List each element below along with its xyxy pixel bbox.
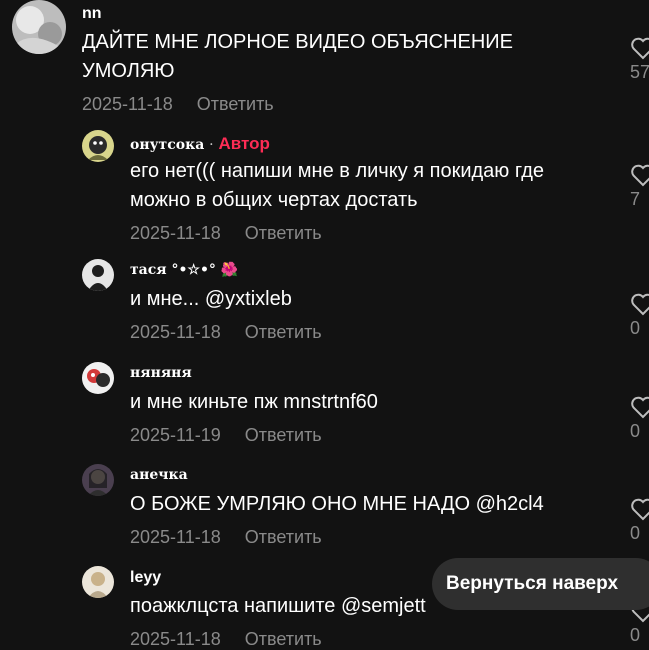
comment-text: и мне киньте пж mnstrtnf60 [130,391,378,413]
comment-meta: 2025-11-18 Ответить [130,322,322,343]
heart-outline-icon [631,498,649,521]
comment-username[interactable]: няняня [130,365,192,381]
heart-outline-icon [631,396,649,419]
comment-date: 2025-11-18 [130,527,221,547]
comment-item: онутсока · Автор его нет((( напиши мне в… [0,126,649,250]
comment-text: О БОЖЕ УМРЛЯЮ ОНО МНЕ НАДО @h2cl4 [130,493,544,515]
comment-item: nn ДАЙТЕ МНЕ ЛОРНОЕ ВИДЕО ОБЪЯСНЕНИЕ УМО… [0,0,649,120]
reply-button[interactable]: Ответить [197,94,274,114]
comment-date: 2025-11-18 [130,629,221,649]
comment-username[interactable]: leyy [130,569,161,587]
comment-text: и мне... @yxtixleb [130,288,292,310]
reply-button[interactable]: Ответить [245,425,322,445]
like-count: 57 [630,62,649,82]
heart-outline-icon [631,37,649,60]
like-button[interactable]: 0 [630,395,649,442]
like-count: 0 [630,523,641,543]
avatar[interactable] [12,0,66,54]
avatar[interactable] [82,130,114,162]
comment-date: 2025-11-18 [130,223,221,243]
avatar[interactable] [82,464,114,496]
comment-meta: 2025-11-18 Ответить [82,94,274,115]
like-button[interactable]: 0 [630,497,649,544]
like-count: 7 [630,189,641,209]
author-badge: Автор [218,134,270,153]
comment-username-text[interactable]: онутсока [130,137,204,153]
comment-meta: 2025-11-18 Ответить [130,629,322,650]
like-count: 0 [630,625,641,645]
heart-outline-icon [631,293,649,316]
comment-meta: 2025-11-18 Ответить [130,223,322,244]
username-separator: · [209,137,214,153]
comment-item: няняня и мне киньте пж mnstrtnf60 2025-1… [0,359,649,457]
like-button[interactable]: 0 [630,292,649,339]
reply-button[interactable]: Ответить [245,223,322,243]
avatar[interactable] [82,362,114,394]
heart-outline-icon [631,164,649,187]
avatar[interactable] [82,259,114,291]
comment-username[interactable]: анечка [130,467,188,483]
reply-button[interactable]: Ответить [245,629,322,649]
comment-meta: 2025-11-18 Ответить [130,527,322,548]
comment-username[interactable]: nn [82,5,102,23]
comment-username[interactable]: тася °•☆•° 🌺 [130,262,238,278]
like-button[interactable]: 57 [630,36,649,83]
comment-text: его нет((( напиши мне в личку я покидаю … [130,160,545,211]
reply-button[interactable]: Ответить [245,322,322,342]
comment-date: 2025-11-18 [82,94,173,114]
reply-button[interactable]: Ответить [245,527,322,547]
comment-meta: 2025-11-19 Ответить [130,425,322,446]
avatar[interactable] [82,566,114,598]
like-count: 0 [630,421,641,441]
back-to-top-button[interactable]: Вернуться наверх [432,558,649,610]
comment-username: онутсока · Автор [130,134,270,154]
comment-date: 2025-11-19 [130,425,221,445]
like-count: 0 [630,318,641,338]
comment-item: анечка О БОЖЕ УМРЛЯЮ ОНО МНЕ НАДО @h2cl4… [0,461,649,559]
comment-item: тася °•☆•° 🌺 и мне... @yxtixleb 2025-11-… [0,256,649,354]
comment-text: ДАЙТЕ МНЕ ЛОРНОЕ ВИДЕО ОБЪЯСНЕНИЕ УМОЛЯЮ [82,31,514,82]
like-button[interactable]: 7 [630,163,649,210]
comment-date: 2025-11-18 [130,322,221,342]
